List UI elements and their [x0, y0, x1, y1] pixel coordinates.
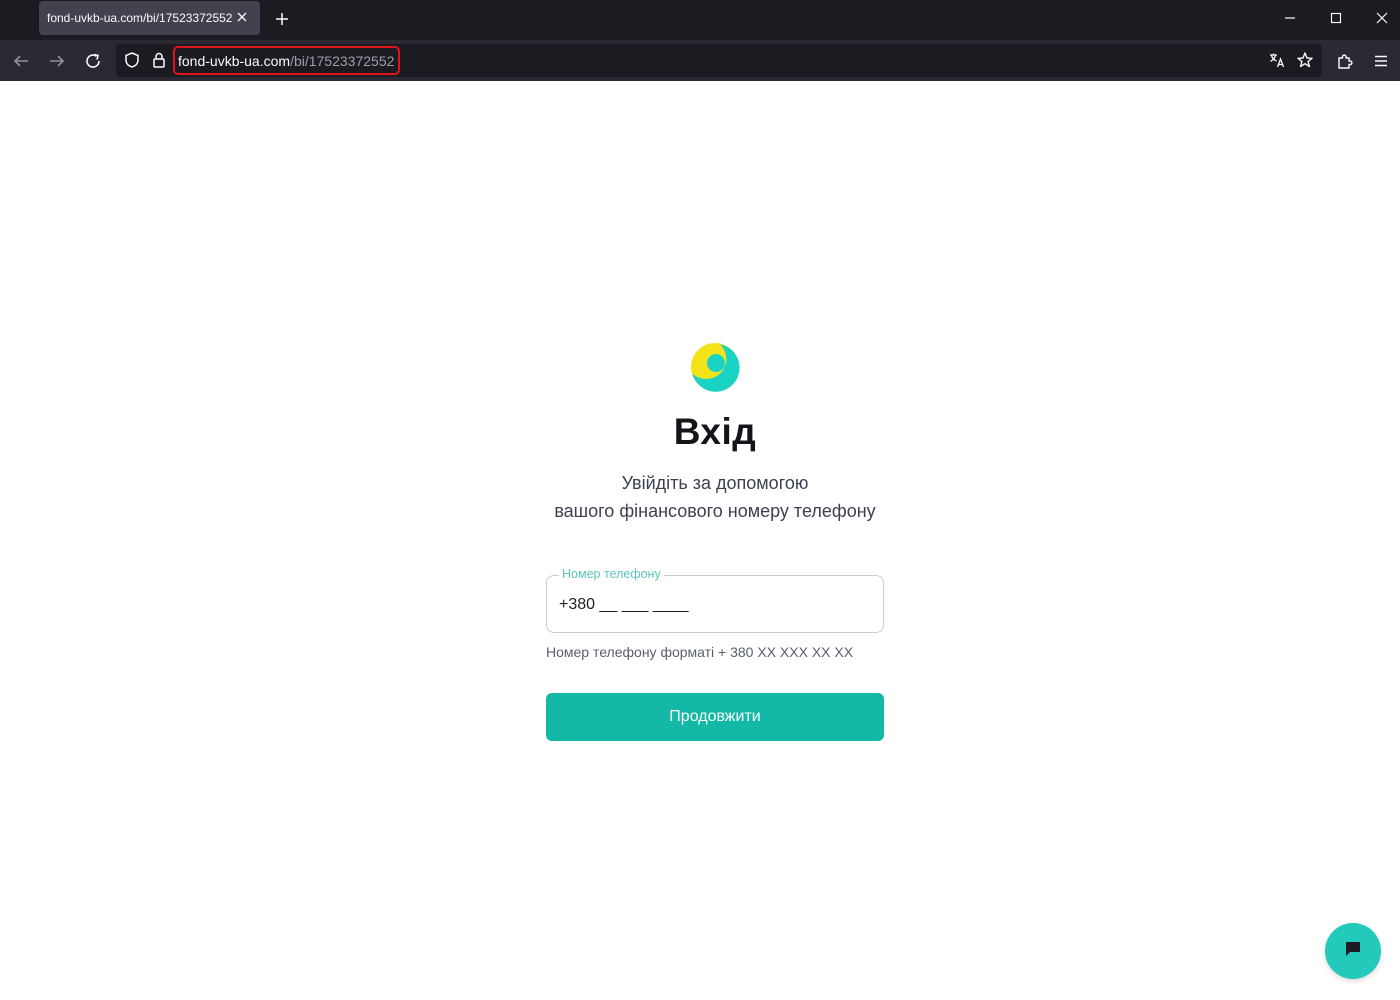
continue-button[interactable]: Продовжити — [546, 693, 884, 741]
window-close-icon[interactable] — [1368, 6, 1396, 30]
star-icon[interactable] — [1294, 49, 1316, 71]
navigation-toolbar: fond-uvkb-ua.com/bi/17523372552 — [0, 40, 1400, 81]
page-subtitle: Увійдіть за допомогою вашого фінансового… — [0, 469, 1400, 525]
hamburger-icon[interactable] — [1370, 50, 1392, 72]
subtitle-line-2: вашого фінансового номеру телефону — [554, 501, 876, 521]
lock-icon[interactable] — [148, 49, 170, 71]
close-icon[interactable] — [234, 9, 250, 25]
login-page: Вхід Увійдіть за допомогою вашого фінанс… — [0, 81, 1400, 1000]
phone-input[interactable] — [559, 594, 869, 616]
chat-button[interactable] — [1325, 923, 1381, 979]
phone-field-label: Номер телефону — [559, 567, 664, 581]
shield-icon[interactable] — [121, 49, 143, 71]
puzzle-icon[interactable] — [1334, 50, 1356, 72]
tab-title: fond-uvkb-ua.com/bi/17523372552 — [47, 11, 233, 25]
url-text[interactable]: fond-uvkb-ua.com/bi/17523372552 — [178, 53, 394, 69]
maximize-icon[interactable] — [1322, 6, 1350, 30]
arrow-left-icon[interactable] — [10, 50, 32, 72]
translate-icon[interactable] — [1266, 49, 1288, 71]
new-tab-plus-icon[interactable] — [272, 9, 292, 29]
subtitle-line-1: Увійдіть за допомогою — [621, 473, 809, 493]
url-path: /bi/17523372552 — [290, 53, 395, 69]
tab-strip: fond-uvkb-ua.com/bi/17523372552 — [0, 0, 1400, 40]
reload-icon[interactable] — [82, 50, 104, 72]
phone-format-hint: Номер телефону форматі + 380 XX XXX XX X… — [546, 644, 854, 660]
address-bar[interactable]: fond-uvkb-ua.com/bi/17523372552 — [116, 44, 1322, 77]
arrow-right-icon[interactable] — [46, 50, 68, 72]
page-title: Вхід — [673, 411, 757, 452]
url-host: fond-uvkb-ua.com — [178, 53, 291, 69]
browser-tab-active[interactable]: fond-uvkb-ua.com/bi/17523372552 — [39, 1, 260, 35]
logo-icon — [690, 342, 740, 392]
minimize-icon[interactable] — [1276, 6, 1304, 30]
phone-field[interactable]: Номер телефону — [546, 567, 884, 633]
chat-bubble-icon — [1343, 939, 1363, 964]
